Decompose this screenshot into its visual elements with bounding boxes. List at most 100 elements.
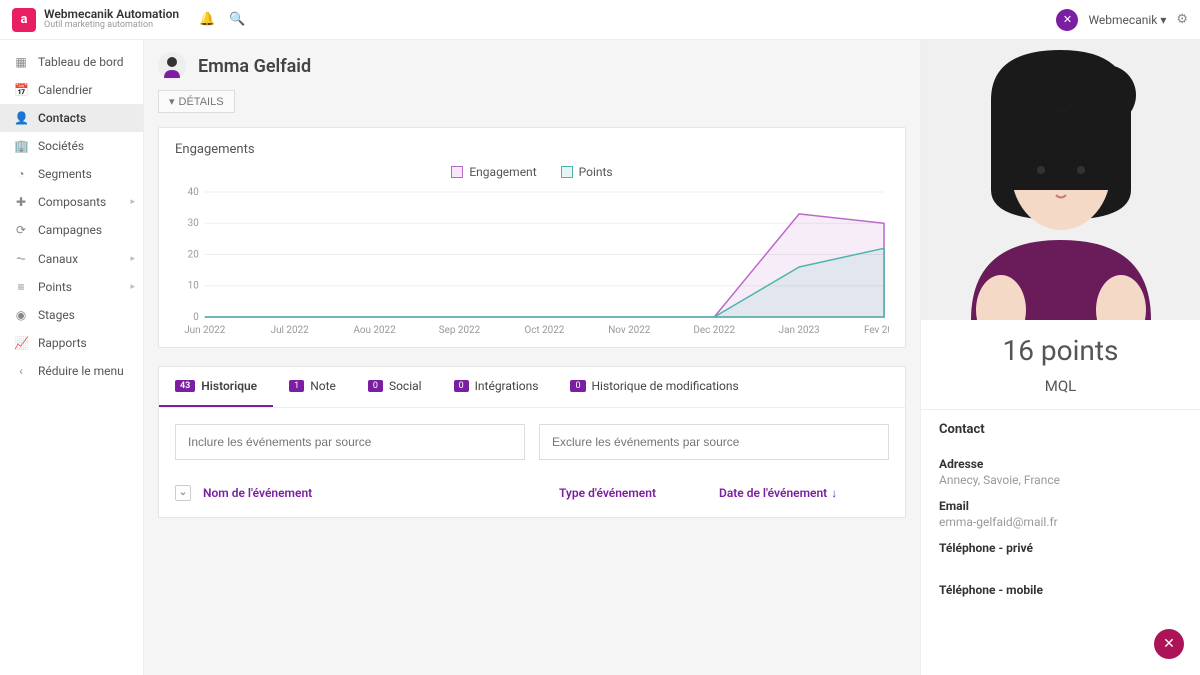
avatar-icon <box>158 52 186 80</box>
nav-icon: ◔ <box>14 167 28 181</box>
tab-label: Historique de modifications <box>592 379 739 393</box>
sidebar-item-calendrier[interactable]: 📅 Calendrier <box>0 76 143 104</box>
tab-social[interactable]: 0 Social <box>352 367 438 407</box>
tab-historique-de-modifications[interactable]: 0 Historique de modifications <box>554 367 754 407</box>
nav-label: Sociétés <box>38 139 84 153</box>
nav-label: Points <box>38 280 72 294</box>
sidebar-item-stages[interactable]: ◉Stages <box>0 301 143 329</box>
gear-icon[interactable]: ⚙ <box>1176 12 1188 27</box>
sidebar-item-campagnes[interactable]: ⟳ Campagnes <box>0 216 143 244</box>
nav-label: Calendrier <box>38 83 92 97</box>
tab-historique[interactable]: 43 Historique <box>159 367 273 407</box>
nav-icon: ▦ <box>14 55 28 69</box>
sidebar: ▦ Tableau de bord 📅 Calendrier 👤Contacts🏢Soc… <box>0 40 144 675</box>
svg-text:30: 30 <box>188 218 200 229</box>
nav-icon: 📈 <box>14 336 28 350</box>
points-display: 16 points <box>921 320 1200 377</box>
sidebar-item-tableau-de-bord[interactable]: ▦ Tableau de bord <box>0 48 143 76</box>
tab-badge: 43 <box>175 380 195 392</box>
col-event-type[interactable]: Type d'événement <box>559 486 719 500</box>
sort-desc-icon: ↓ <box>831 486 837 500</box>
chevron-right-icon: ▸ <box>130 282 135 292</box>
profile-header: Emma Gelfaid <box>158 52 906 80</box>
contact-section-header: Contact <box>921 410 1200 443</box>
user-avatar-icon[interactable]: ✕ <box>1056 9 1078 31</box>
svg-text:Jan 2023: Jan 2023 <box>779 325 820 336</box>
tab-label: Social <box>389 379 422 393</box>
svg-text:40: 40 <box>188 187 200 198</box>
brand-subtitle: Outil marketing automation <box>44 21 179 31</box>
svg-text:Jun 2022: Jun 2022 <box>184 325 225 336</box>
exclude-events-input[interactable] <box>539 424 889 460</box>
bell-icon[interactable]: 🔔 <box>199 12 215 27</box>
user-menu[interactable]: Webmecanik ▾ <box>1088 13 1166 27</box>
nav-icon: 👤 <box>14 111 28 125</box>
nav-label: Campagnes <box>38 223 102 237</box>
events-table-header: ⌄ Nom de l'événement Type d'événement Da… <box>159 476 905 517</box>
sidebar-item-canaux[interactable]: ⏦Canaux▸ <box>0 244 143 273</box>
legend-engagement: Engagement <box>451 165 536 179</box>
help-fab[interactable]: ✕ <box>1154 629 1184 659</box>
sidebar-item-réduire-le-menu[interactable]: ‹ Réduire le menu <box>0 357 143 385</box>
sidebar-item-sociétés[interactable]: 🏢Sociétés <box>0 132 143 160</box>
tab-intégrations[interactable]: 0Intégrations <box>438 367 555 407</box>
brand-logo[interactable]: a <box>12 8 36 32</box>
select-all-checkbox[interactable]: ⌄ <box>175 485 191 501</box>
field-value <box>939 599 1182 613</box>
search-icon[interactable]: 🔍 <box>229 12 245 27</box>
tab-badge: 0 <box>368 380 383 392</box>
field-label: Email <box>939 499 1182 513</box>
sidebar-item-composants[interactable]: ✚Composants▸ <box>0 188 143 216</box>
field-value <box>939 557 1182 571</box>
svg-text:Dec 2022: Dec 2022 <box>693 325 735 336</box>
col-event-name[interactable]: Nom de l'événement <box>203 486 559 500</box>
col-event-date[interactable]: Date de l'événement ↓ <box>719 486 889 500</box>
contact-sidebar: 16 points MQL Contact Adresse Annecy, Sav… <box>920 40 1200 675</box>
nav-icon: 📅 <box>14 83 28 97</box>
field-label: Téléphone - privé <box>939 541 1182 555</box>
chart-legend: Engagement Points <box>175 165 889 179</box>
nav-icon: ⟳ <box>14 223 28 237</box>
nav-icon: ◉ <box>14 308 28 322</box>
nav-icon: ≡ <box>14 280 28 294</box>
tab-label: Historique <box>201 379 257 393</box>
sidebar-item-contacts[interactable]: 👤Contacts <box>0 104 143 132</box>
brand-block: Webmecanik Automation Outil marketing au… <box>44 8 179 31</box>
svg-text:Fev 2023: Fev 2023 <box>864 325 889 336</box>
tab-badge: 0 <box>570 380 585 392</box>
svg-text:Sep 2022: Sep 2022 <box>439 325 481 336</box>
field-label: Adresse <box>939 457 1182 471</box>
details-toggle[interactable]: ▾ DÉTAILS <box>158 90 235 113</box>
svg-text:20: 20 <box>188 249 200 260</box>
field-value: emma-gelfaid@mail.fr <box>939 515 1182 529</box>
nav-label: Composants <box>38 195 106 209</box>
sidebar-item-segments[interactable]: ◔Segments <box>0 160 143 188</box>
nav-label: Réduire le menu <box>38 364 124 378</box>
engagements-chart-card: Engagements Engagement Points 010203040J… <box>158 127 906 348</box>
event-filters <box>159 408 905 476</box>
contact-avatar <box>921 40 1200 320</box>
legend-points: Points <box>561 165 613 179</box>
nav-label: Rapports <box>38 336 87 350</box>
stage-label: MQL <box>921 377 1200 410</box>
nav-label: Tableau de bord <box>38 55 124 69</box>
field-label: Téléphone - mobile <box>939 583 1182 597</box>
sidebar-item-rapports[interactable]: 📈 Rapports <box>0 329 143 357</box>
chart-canvas: 010203040Jun 2022Jul 2022Aou 2022Sep 202… <box>175 187 889 337</box>
nav-icon: ✚ <box>14 195 28 209</box>
tab-badge: 1 <box>289 380 304 392</box>
svg-text:Nov 2022: Nov 2022 <box>608 325 651 336</box>
svg-text:10: 10 <box>188 281 200 292</box>
nav-icon: ‹ <box>14 364 28 378</box>
sidebar-item-points[interactable]: ≡ Points ▸ <box>0 273 143 301</box>
include-events-input[interactable] <box>175 424 525 460</box>
svg-text:Oct 2022: Oct 2022 <box>524 325 564 336</box>
svg-text:Jul 2022: Jul 2022 <box>271 325 309 336</box>
tab-note[interactable]: 1 Note <box>273 367 352 407</box>
tab-label: Note <box>310 379 336 393</box>
tab-label: Intégrations <box>475 379 539 393</box>
chevron-right-icon: ▸ <box>130 254 135 264</box>
field-value: Annecy, Savoie, France <box>939 473 1182 487</box>
topbar: a Webmecanik Automation Outil marketing … <box>0 0 1200 40</box>
nav-label: Canaux <box>38 252 78 266</box>
